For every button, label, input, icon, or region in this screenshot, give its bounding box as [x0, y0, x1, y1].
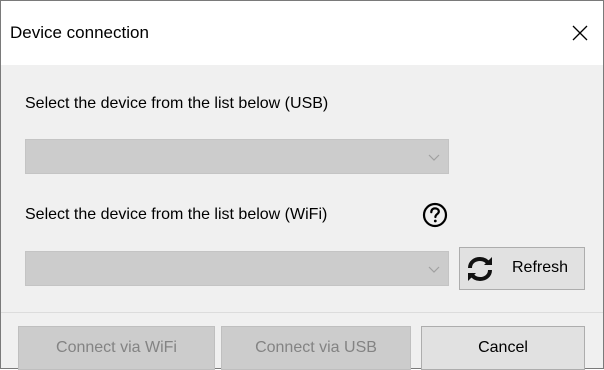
usb-device-select[interactable]	[25, 139, 449, 174]
close-icon	[572, 25, 588, 41]
refresh-button[interactable]: Refresh	[459, 247, 585, 290]
wifi-device-select[interactable]	[25, 251, 449, 286]
close-button[interactable]	[557, 1, 603, 65]
connect-via-wifi-label: Connect via WiFi	[56, 339, 177, 356]
connect-via-usb-button[interactable]: Connect via USB	[221, 326, 411, 370]
refresh-icon	[468, 257, 492, 281]
footer-divider	[1, 312, 603, 313]
usb-device-label: Select the device from the list below (U…	[25, 95, 329, 112]
wifi-device-label: Select the device from the list below (W…	[25, 206, 328, 223]
chevron-down-icon	[428, 266, 440, 273]
connect-via-usb-label: Connect via USB	[255, 339, 377, 356]
dialog-title: Device connection	[10, 23, 149, 42]
cancel-button[interactable]: Cancel	[421, 326, 585, 370]
question-circle-icon[interactable]	[422, 202, 448, 228]
connect-via-wifi-button[interactable]: Connect via WiFi	[18, 326, 215, 370]
refresh-label: Refresh	[512, 259, 569, 276]
device-connection-dialog: Device connection Select the device from…	[0, 0, 604, 370]
cancel-label: Cancel	[478, 339, 528, 356]
title-bar: Device connection	[1, 1, 603, 65]
chevron-down-icon	[428, 154, 440, 161]
